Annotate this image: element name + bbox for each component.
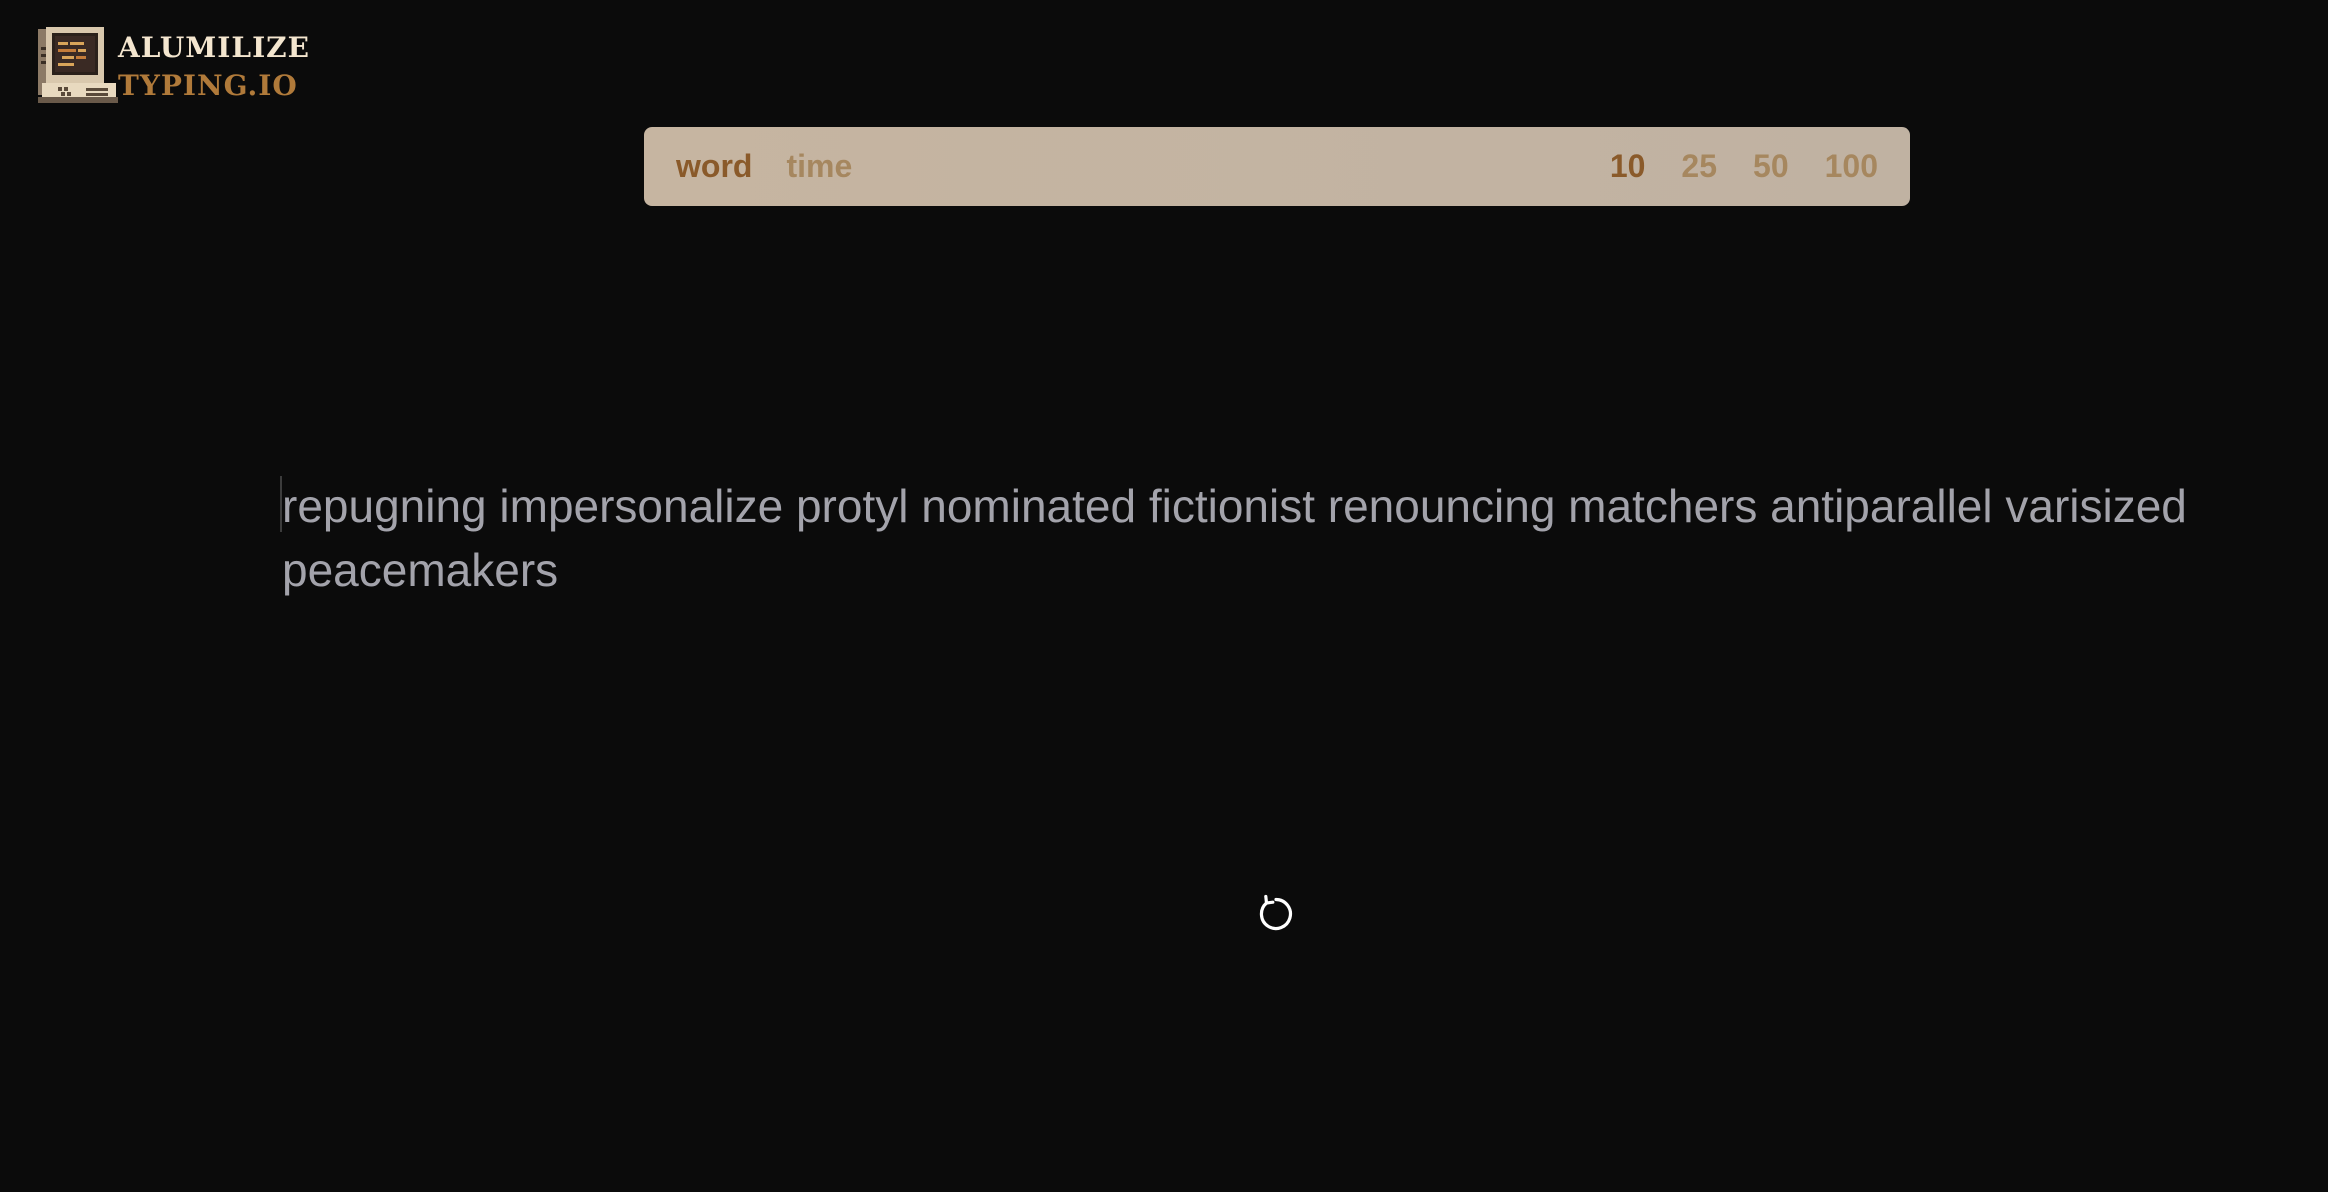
mode-time-option[interactable]: time bbox=[786, 148, 852, 185]
test-config-toolbar: word time 10 25 50 100 bbox=[644, 127, 1910, 206]
count-option-25[interactable]: 25 bbox=[1681, 148, 1717, 185]
count-option-50[interactable]: 50 bbox=[1753, 148, 1789, 185]
mode-selector: word time bbox=[676, 148, 852, 185]
logo-subtitle: TYPING.IO bbox=[118, 69, 298, 102]
text-caret bbox=[280, 476, 282, 532]
typing-area[interactable]: repugning impersonalize protyl nominated… bbox=[280, 474, 2240, 602]
mode-word-option[interactable]: word bbox=[676, 148, 752, 185]
logo-text: ALUMILIZE TYPING.IO bbox=[118, 30, 310, 100]
page: ALUMILIZE TYPING.IO word time 10 25 50 1… bbox=[0, 0, 2328, 1192]
restart-icon[interactable] bbox=[1254, 892, 1298, 936]
logo-title: ALUMILIZE bbox=[118, 31, 310, 64]
word-count-selector: 10 25 50 100 bbox=[1610, 148, 1878, 185]
site-logo[interactable]: ALUMILIZE TYPING.IO bbox=[36, 26, 310, 104]
computer-logo-icon bbox=[38, 27, 118, 103]
count-option-10[interactable]: 10 bbox=[1610, 148, 1646, 185]
words-to-type: repugning impersonalize protyl nominated… bbox=[282, 480, 2187, 596]
count-option-100[interactable]: 100 bbox=[1825, 148, 1878, 185]
